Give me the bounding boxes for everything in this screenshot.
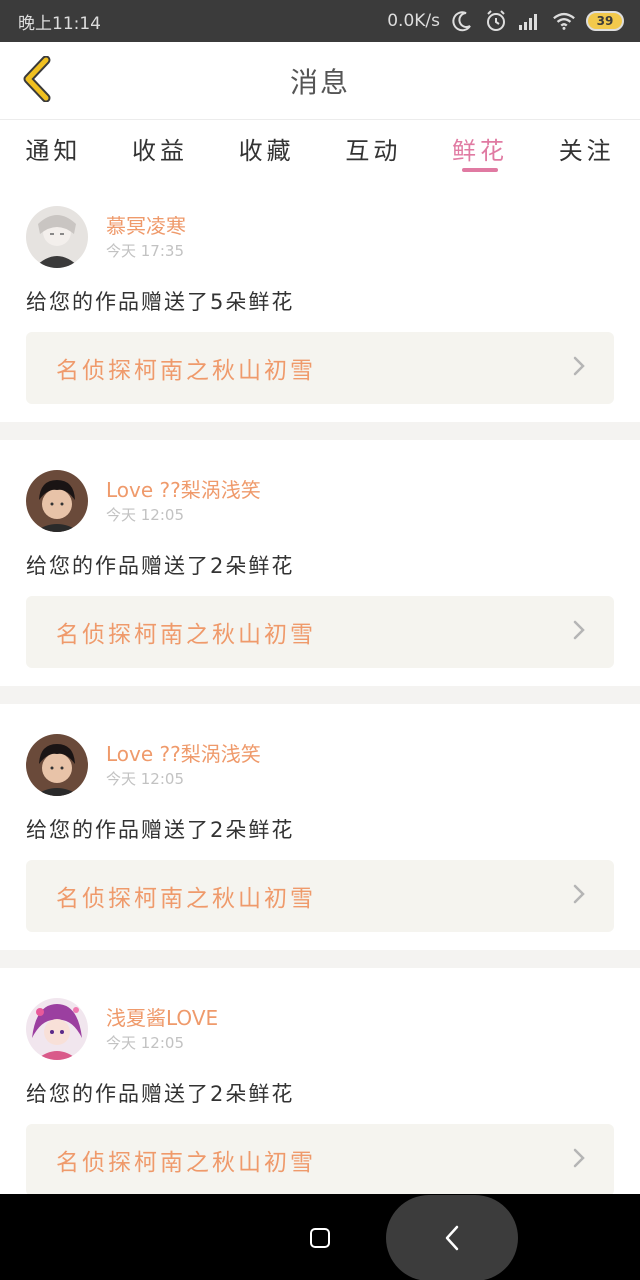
message-text: 给您的作品赠送了5朵鲜花 bbox=[26, 290, 295, 314]
message-card: 浅夏酱LOVE 今天 12:05 给您的作品赠送了2朵鲜花 名侦探柯南之秋山初雪 bbox=[0, 968, 640, 1214]
avatar[interactable] bbox=[26, 206, 88, 268]
username[interactable]: Love ??梨涡浅笑 bbox=[106, 738, 261, 767]
chevron-right-icon bbox=[572, 619, 586, 645]
work-link[interactable]: 名侦探柯南之秋山初雪 bbox=[26, 332, 614, 404]
network-speed: 0.0K/s bbox=[387, 11, 440, 31]
battery-icon: 39 bbox=[586, 11, 624, 31]
message-list: 慕冥凌寒 今天 17:35 给您的作品赠送了5朵鲜花 名侦探柯南之秋山初雪 Lo… bbox=[0, 176, 640, 1232]
tab-interactions[interactable]: 互动 bbox=[320, 120, 427, 176]
tab-favorites[interactable]: 收藏 bbox=[213, 120, 320, 176]
message-card: Love ??梨涡浅笑 今天 12:05 给您的作品赠送了2朵鲜花 名侦探柯南之… bbox=[0, 440, 640, 686]
avatar[interactable] bbox=[26, 734, 88, 796]
moon-icon bbox=[450, 9, 474, 33]
message-card: 慕冥凌寒 今天 17:35 给您的作品赠送了5朵鲜花 名侦探柯南之秋山初雪 bbox=[0, 176, 640, 422]
active-tab-indicator bbox=[462, 168, 499, 172]
message-text: 给您的作品赠送了2朵鲜花 bbox=[26, 818, 295, 842]
message-text: 给您的作品赠送了2朵鲜花 bbox=[26, 1082, 295, 1106]
username[interactable]: Love ??梨涡浅笑 bbox=[106, 474, 261, 503]
message-card: Love ??梨涡浅笑 今天 12:05 给您的作品赠送了2朵鲜花 名侦探柯南之… bbox=[0, 704, 640, 950]
work-link[interactable]: 名侦探柯南之秋山初雪 bbox=[26, 860, 614, 932]
tab-bar: 通知 收益 收藏 互动 鲜花 关注 bbox=[0, 120, 640, 176]
work-title: 名侦探柯南之秋山初雪 bbox=[56, 1150, 316, 1176]
status-time: 晚上11:14 bbox=[18, 13, 101, 34]
avatar[interactable] bbox=[26, 470, 88, 532]
chevron-left-icon bbox=[20, 55, 54, 106]
status-bar: 晚上11:14 0.0K/s 39 bbox=[0, 0, 640, 42]
work-title: 名侦探柯南之秋山初雪 bbox=[56, 886, 316, 912]
work-link[interactable]: 名侦探柯南之秋山初雪 bbox=[26, 1124, 614, 1196]
tab-flowers[interactable]: 鲜花 bbox=[427, 120, 534, 176]
page-title: 消息 bbox=[289, 65, 350, 99]
system-nav-bar bbox=[0, 1194, 640, 1280]
timestamp: 今天 12:05 bbox=[106, 1034, 184, 1052]
chevron-right-icon bbox=[572, 883, 586, 909]
message-text: 给您的作品赠送了2朵鲜花 bbox=[26, 554, 295, 578]
timestamp: 今天 17:35 bbox=[106, 242, 184, 260]
signal-icon bbox=[518, 9, 542, 33]
back-button[interactable] bbox=[12, 54, 62, 108]
timestamp: 今天 12:05 bbox=[106, 506, 184, 524]
alarm-icon bbox=[484, 9, 508, 33]
wifi-icon bbox=[552, 9, 576, 33]
tab-earnings[interactable]: 收益 bbox=[107, 120, 214, 176]
avatar[interactable] bbox=[26, 998, 88, 1060]
username[interactable]: 浅夏酱LOVE bbox=[106, 1002, 218, 1031]
work-link[interactable]: 名侦探柯南之秋山初雪 bbox=[26, 596, 614, 668]
back-triangle-icon[interactable] bbox=[386, 1195, 518, 1280]
username[interactable]: 慕冥凌寒 bbox=[106, 210, 186, 239]
tab-notifications[interactable]: 通知 bbox=[0, 120, 107, 176]
chevron-right-icon bbox=[572, 1147, 586, 1173]
header: 消息 bbox=[0, 42, 640, 120]
work-title: 名侦探柯南之秋山初雪 bbox=[56, 622, 316, 648]
timestamp: 今天 12:05 bbox=[106, 770, 184, 788]
work-title: 名侦探柯南之秋山初雪 bbox=[56, 358, 316, 384]
chevron-right-icon bbox=[572, 355, 586, 381]
home-square-icon[interactable] bbox=[306, 1224, 334, 1252]
tab-follows[interactable]: 关注 bbox=[533, 120, 640, 176]
